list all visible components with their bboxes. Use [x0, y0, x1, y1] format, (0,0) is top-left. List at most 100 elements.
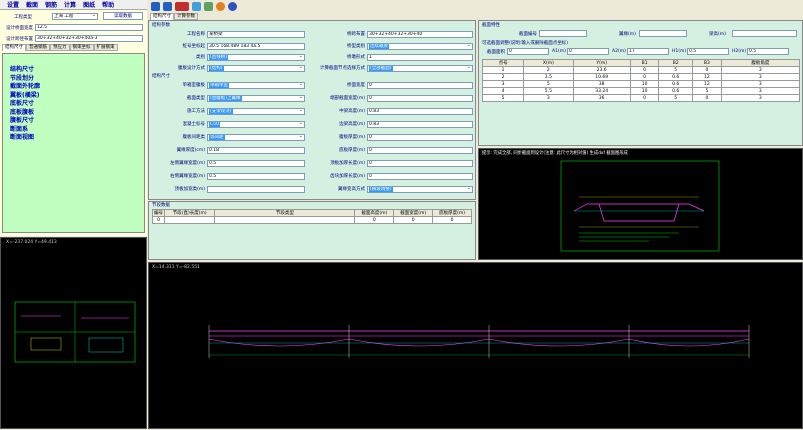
seg-cell[interactable]: 0	[432, 216, 472, 224]
project-type-select[interactable]: 上海 工程	[52, 13, 98, 20]
tab-rebar[interactable]: 普通钢筋	[26, 44, 50, 51]
pt-cell[interactable]: 3	[720, 87, 801, 95]
seg-cell[interactable]: 0	[393, 216, 434, 224]
span-layout-input[interactable]: 30+32+40+32+30+40a-3	[35, 35, 143, 42]
dxf-icon[interactable]	[175, 1, 189, 11]
beam-height-input[interactable]	[732, 30, 797, 37]
seg-cell[interactable]	[163, 216, 216, 224]
nav-item-segments[interactable]: 节段划分	[10, 75, 144, 84]
nav-item-outline[interactable]: 截面外轮廓	[10, 83, 144, 92]
menu-section[interactable]: 截面	[26, 0, 38, 9]
section-drawing-canvas[interactable]: 提示: 完成全部, 同步截面到设计(注意: 此尺寸为相对值) 生成dxf 截面图…	[478, 148, 803, 260]
pt-cell[interactable]: 10.69	[572, 73, 631, 81]
web-spacing-select[interactable]: 等间距	[207, 133, 305, 141]
pt-cell[interactable]: 10	[629, 87, 660, 95]
elevation-cad-canvas[interactable]: X=14.311 Y=-82.551	[148, 262, 803, 429]
nav-item-section-view[interactable]: 断面视图	[10, 134, 144, 143]
table-row[interactable]: 1 2 23.6 0 5 0 3	[481, 66, 801, 74]
pt-cell[interactable]: 33.24	[572, 87, 631, 95]
flange-width-input[interactable]	[639, 30, 687, 37]
back-icon[interactable]	[151, 1, 160, 11]
section-no-input[interactable]	[539, 30, 587, 37]
web-thickness-input[interactable]: 0	[367, 133, 473, 141]
pt-cell[interactable]: 5.5	[523, 87, 574, 95]
pt-cell[interactable]: 3	[481, 80, 525, 88]
block-thicken-input[interactable]: 0	[367, 172, 473, 180]
pier-type-input[interactable]: 1	[367, 53, 473, 61]
pt-cell[interactable]: 5	[658, 66, 694, 74]
pt-cell[interactable]: 0	[692, 94, 722, 102]
pt-cell[interactable]: 3	[523, 94, 574, 102]
stations-input[interactable]: 30.5 168.489 183 4a.5	[207, 42, 305, 50]
menu-calc[interactable]: 计算	[64, 0, 76, 9]
seg-cell[interactable]: 0	[152, 216, 165, 224]
pt-cell[interactable]: 0.6	[658, 87, 694, 95]
top-thicken-input[interactable]: 0	[367, 159, 473, 167]
pt-cell[interactable]: 1	[481, 66, 525, 74]
nav-item-section-system[interactable]: 断面系	[10, 126, 144, 135]
pt-cell[interactable]: 12	[692, 73, 722, 81]
export-icon[interactable]	[204, 1, 213, 11]
bridge-type-select[interactable]: 连续箱梁	[367, 42, 473, 50]
left-flange-input[interactable]: 0.5	[207, 159, 305, 167]
area-input[interactable]: 0	[507, 48, 549, 55]
edge-beam-height-input[interactable]: 0.83	[367, 120, 473, 128]
h2-input[interactable]: 0.5	[747, 48, 789, 55]
tab-tendon-coords[interactable]: 钢束坐标	[69, 44, 94, 51]
a1-input[interactable]: 0	[567, 48, 609, 55]
check-icon[interactable]	[192, 1, 201, 11]
category-select[interactable]: (直线桥)	[207, 53, 305, 61]
section-mode-select[interactable]: (全部截面)	[367, 64, 473, 72]
mid-beam-height-input[interactable]: 0.83	[367, 107, 473, 115]
table-row[interactable]: 4 5.5 33.24 10 0.6 5 3	[481, 87, 801, 95]
pt-cell[interactable]: 10	[629, 80, 660, 88]
pt-cell[interactable]: 38	[572, 80, 631, 88]
end-width-input[interactable]: 0	[367, 94, 473, 102]
pt-cell[interactable]: 3	[720, 94, 801, 102]
pt-cell[interactable]: 0	[692, 66, 722, 74]
pt-cell[interactable]: 36	[572, 94, 631, 102]
pt-cell[interactable]: 3.5	[523, 73, 574, 81]
table-row[interactable]: 3 5 38 10 0.6 12 3	[481, 80, 801, 88]
nav-item-web[interactable]: 腹板尺寸	[10, 117, 144, 126]
construction-select[interactable]: (支架现浇)	[207, 107, 305, 115]
pt-cell[interactable]: 0.6	[658, 80, 694, 88]
pt-cell[interactable]: 0.6	[658, 73, 694, 81]
web-mode-select[interactable]: (结构)	[207, 64, 305, 72]
section-type-select[interactable]: (直腹板)上翼缘	[207, 94, 305, 102]
tab-structure[interactable]: 结构尺寸	[2, 44, 26, 51]
help-icon[interactable]	[228, 1, 237, 11]
tab-main-calc[interactable]: 计算参数	[174, 13, 198, 20]
spans-input[interactable]: 30+32+40+32+30+40	[367, 30, 473, 38]
pt-cell[interactable]: 0	[629, 66, 660, 74]
nav-item-bottom[interactable]: 底板尺寸	[10, 100, 144, 109]
menu-settings[interactable]: 设置	[7, 0, 19, 9]
tab-prestress[interactable]: 预应力	[50, 44, 70, 51]
load-data-button[interactable]: 读取数据	[103, 12, 143, 20]
pt-cell[interactable]: 0	[629, 94, 660, 102]
table-row[interactable]: 5 3 36 0 5 0 3	[481, 94, 801, 102]
nav-item-flange[interactable]: 翼板(横梁)	[10, 92, 144, 101]
deck-width-field[interactable]: 0	[367, 81, 473, 89]
menu-help[interactable]: 帮助	[102, 0, 114, 9]
settings-icon[interactable]	[216, 1, 225, 11]
pt-cell[interactable]: 3	[720, 66, 801, 74]
pt-cell[interactable]: 2	[481, 73, 525, 81]
tab-ext-tendon[interactable]: 扩展钢束	[93, 44, 118, 51]
table-row[interactable]: 0 0 0 0	[152, 216, 472, 224]
h1-input[interactable]: 0.5	[687, 48, 729, 55]
pt-cell[interactable]: 5	[658, 94, 694, 102]
pt-cell[interactable]: 4	[481, 87, 525, 95]
pt-cell[interactable]: 5	[692, 87, 722, 95]
pt-cell[interactable]: 23.6	[572, 66, 631, 74]
tab-main-structure[interactable]: 结构尺寸	[150, 13, 174, 20]
menu-drawing[interactable]: 图纸	[83, 0, 95, 9]
menu-rebar[interactable]: 钢筋	[45, 0, 57, 9]
pt-cell[interactable]: 5	[523, 80, 574, 88]
flange-height-mode-select[interactable]: (横坡调整)	[367, 185, 473, 193]
nav-item-structure-size[interactable]: 结构尺寸	[10, 66, 144, 75]
pt-cell[interactable]: 0	[629, 73, 660, 81]
seg-cell[interactable]	[214, 216, 356, 224]
flange-thickness-input[interactable]: 0.18	[207, 146, 305, 154]
pt-cell[interactable]: 5	[481, 94, 525, 102]
